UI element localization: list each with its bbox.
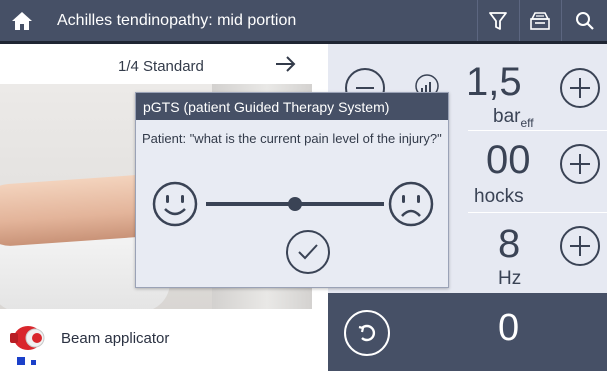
shock-counter-value: 0 bbox=[498, 307, 520, 349]
filter-button[interactable] bbox=[477, 0, 517, 41]
sad-face-icon[interactable] bbox=[388, 181, 434, 227]
database-icon bbox=[529, 11, 550, 30]
home-button[interactable] bbox=[0, 0, 44, 41]
reset-counter-button[interactable] bbox=[344, 310, 390, 356]
search-icon bbox=[575, 11, 594, 30]
applicator-selector[interactable]: Beam applicator bbox=[0, 309, 328, 371]
pain-slider-handle[interactable] bbox=[288, 197, 302, 211]
happy-face-icon[interactable] bbox=[152, 181, 198, 227]
protocol-navigation: 1/4 Standard bbox=[0, 44, 328, 84]
top-bar: Achilles tendinopathy: mid portion bbox=[0, 0, 607, 44]
increase-frequency-button[interactable] bbox=[560, 226, 600, 266]
plus-icon bbox=[570, 154, 590, 174]
page-title: Achilles tendinopathy: mid portion bbox=[57, 12, 297, 29]
shock-counter-bar: 0 bbox=[328, 293, 607, 371]
pressure-unit-text: bar bbox=[493, 106, 521, 127]
home-icon bbox=[12, 11, 32, 30]
pain-level-dialog: pGTS (patient Guided Therapy System) Pat… bbox=[135, 92, 449, 288]
search-button[interactable] bbox=[561, 0, 607, 41]
shocks-value: 00 bbox=[486, 138, 531, 182]
indicator-dot bbox=[17, 357, 25, 365]
dialog-question: Patient: "what is the current pain level… bbox=[142, 131, 442, 146]
pressure-value: 1,5 bbox=[466, 60, 522, 104]
pressure-unit-sub: eff bbox=[520, 115, 534, 130]
beam-applicator-icon bbox=[10, 326, 45, 350]
plus-icon bbox=[570, 78, 590, 98]
minus-icon bbox=[356, 87, 374, 89]
checkmark-icon bbox=[298, 244, 318, 260]
frequency-value: 8 bbox=[498, 222, 521, 266]
next-step-button[interactable] bbox=[272, 52, 300, 76]
shocks-unit: hocks bbox=[474, 186, 524, 207]
plus-icon bbox=[570, 236, 590, 256]
pressure-unit: bareff bbox=[493, 106, 534, 130]
reset-icon bbox=[358, 324, 376, 342]
applicator-label: Beam applicator bbox=[61, 330, 170, 347]
confirm-button[interactable] bbox=[286, 230, 330, 274]
increase-pressure-button[interactable] bbox=[560, 68, 600, 108]
protocol-step-label: 1/4 Standard bbox=[118, 58, 204, 75]
indicator-dot bbox=[31, 360, 36, 365]
pain-scale bbox=[136, 173, 450, 233]
filter-icon bbox=[488, 11, 507, 30]
increase-shocks-button[interactable] bbox=[560, 144, 600, 184]
arrow-right-icon bbox=[276, 56, 296, 72]
database-button[interactable] bbox=[519, 0, 559, 41]
dialog-title: pGTS (patient Guided Therapy System) bbox=[136, 93, 448, 120]
frequency-unit: Hz bbox=[498, 268, 522, 289]
applicator-indicator bbox=[17, 357, 36, 365]
